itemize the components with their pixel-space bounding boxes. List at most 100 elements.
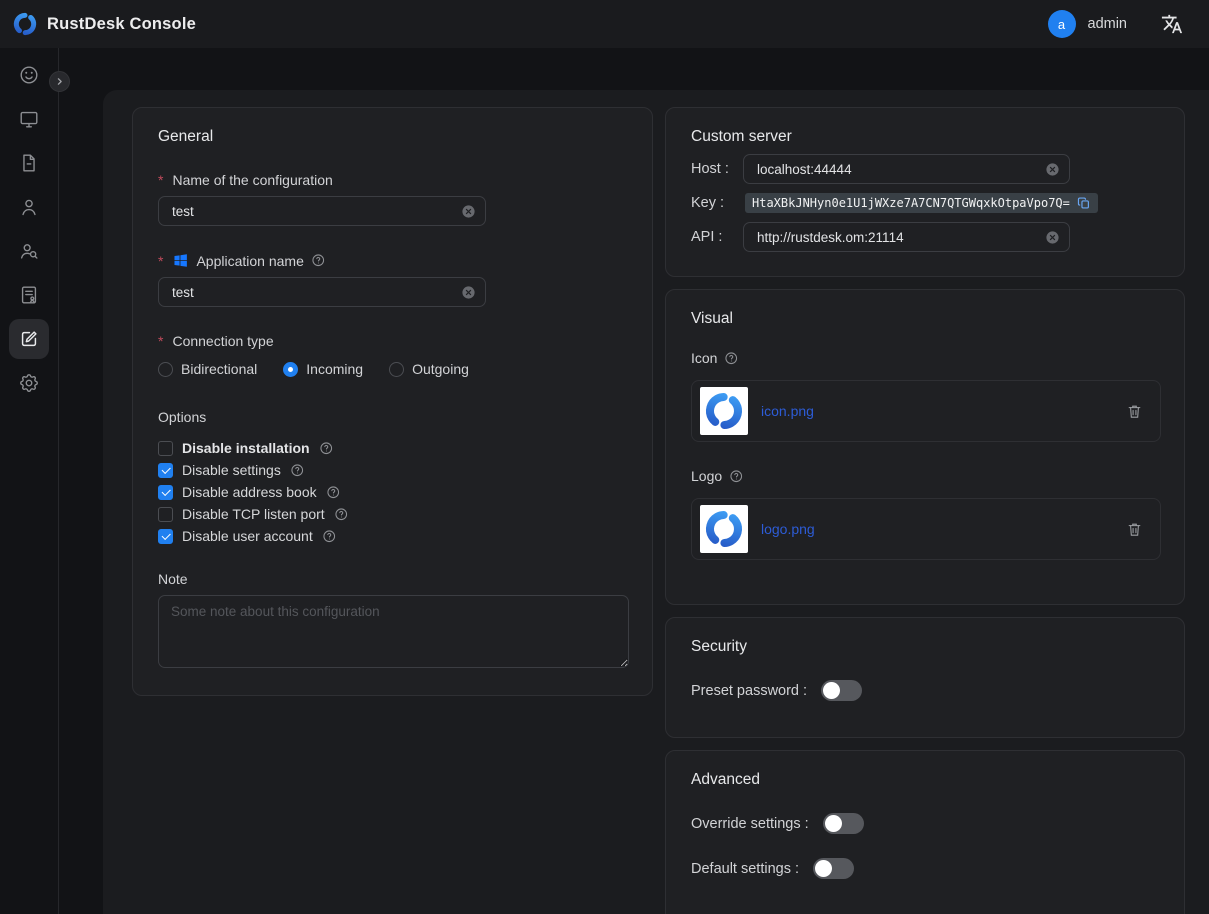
help-icon[interactable] [326, 485, 341, 500]
preset-password-row: Preset password : [691, 680, 1159, 701]
sidebar-item-settings[interactable] [9, 363, 49, 403]
clear-icon[interactable] [461, 285, 476, 300]
preset-password-label: Preset password : [691, 683, 807, 699]
logo-file-link[interactable]: logo.png [761, 521, 815, 537]
logo-label: Logo [691, 468, 1159, 484]
host-input[interactable] [743, 154, 1070, 184]
host-input-field[interactable] [757, 162, 1039, 177]
connection-type-group: Bidirectional Incoming Outgoing [158, 361, 627, 377]
general-card-title: General [158, 128, 627, 146]
sidebar-item-users[interactable] [9, 187, 49, 227]
toggle-knob [825, 815, 842, 832]
user-menu[interactable]: a admin [1048, 10, 1128, 38]
config-name-input[interactable] [158, 196, 486, 226]
option-disable-installation[interactable]: Disable installation [158, 437, 627, 459]
config-name-input-field[interactable] [172, 204, 455, 219]
clear-icon[interactable] [1045, 162, 1060, 177]
app-name-label: * Application name [158, 252, 627, 269]
option-disable-settings[interactable]: Disable settings [158, 459, 627, 481]
help-icon[interactable] [322, 529, 337, 544]
note-label: Note [158, 571, 627, 587]
checkbox[interactable] [158, 529, 173, 544]
clear-icon[interactable] [461, 204, 476, 219]
translate-icon[interactable] [1161, 13, 1183, 35]
key-row: Key : HtaXBkJNHyn0e1U1jWXze7A7CN7QTGWqxk… [691, 193, 1159, 213]
left-column: General * Name of the configuration * Ap… [132, 107, 653, 708]
sidebar-item-audit[interactable] [9, 275, 49, 315]
icon-label: Icon [691, 350, 1159, 366]
windows-icon [172, 252, 189, 269]
api-label: API : [691, 229, 743, 245]
trash-icon[interactable] [1126, 403, 1143, 420]
preset-password-toggle[interactable] [821, 680, 862, 701]
help-icon[interactable] [311, 253, 326, 268]
gear-icon [18, 372, 40, 394]
option-disable-address-book[interactable]: Disable address book [158, 481, 627, 503]
radio-incoming[interactable]: Incoming [283, 361, 363, 377]
logo-thumbnail [700, 505, 748, 553]
radio-button[interactable] [283, 362, 298, 377]
config-name-label: * Name of the configuration [158, 172, 627, 188]
default-settings-toggle[interactable] [813, 858, 854, 879]
icon-file-link[interactable]: icon.png [761, 403, 814, 419]
api-input-field[interactable] [757, 230, 1039, 245]
rustdesk-console-app: RustDesk Console a admin [0, 0, 1209, 914]
note-textarea[interactable] [158, 595, 629, 668]
help-icon[interactable] [729, 469, 744, 484]
custom-server-card: Custom server Host : Key : HtaXBkJNHyn0e… [665, 107, 1185, 277]
sidebar-expand-button[interactable] [49, 71, 70, 92]
clear-icon[interactable] [1045, 230, 1060, 245]
sidebar [0, 48, 59, 914]
help-icon[interactable] [319, 441, 334, 456]
checkbox[interactable] [158, 463, 173, 478]
app-name-input[interactable] [158, 277, 486, 307]
radio-outgoing[interactable]: Outgoing [389, 361, 469, 377]
override-settings-toggle[interactable] [823, 813, 864, 834]
rustdesk-logo-icon [703, 390, 745, 432]
help-icon[interactable] [334, 507, 349, 522]
avatar[interactable]: a [1048, 10, 1076, 38]
option-disable-tcp-listen-port[interactable]: Disable TCP listen port [158, 503, 627, 525]
help-icon[interactable] [724, 351, 739, 366]
api-input[interactable] [743, 222, 1070, 252]
checkbox[interactable] [158, 441, 173, 456]
default-settings-label: Default settings : [691, 861, 799, 877]
sidebar-item-dashboard[interactable] [9, 55, 49, 95]
app-name-input-field[interactable] [172, 285, 455, 300]
rustdesk-logo-icon [703, 508, 745, 550]
radio-bidirectional[interactable]: Bidirectional [158, 361, 257, 377]
server-key-value: HtaXBkJNHyn0e1U1jWXze7A7CN7QTGWqxkOtpaVp… [745, 193, 1098, 213]
chevron-right-icon [53, 75, 66, 88]
help-icon[interactable] [290, 463, 305, 478]
host-label: Host : [691, 161, 743, 177]
required-asterisk: * [158, 333, 163, 349]
monitor-icon [18, 108, 40, 130]
brand: RustDesk Console [12, 11, 196, 37]
sidebar-item-devices[interactable] [9, 99, 49, 139]
sidebar-item-groups[interactable] [9, 231, 49, 271]
document-icon [18, 152, 40, 174]
radio-button[interactable] [389, 362, 404, 377]
app-header: RustDesk Console a admin [0, 0, 1209, 48]
copy-icon[interactable] [1077, 196, 1091, 210]
audit-log-icon [18, 284, 40, 306]
option-disable-user-account[interactable]: Disable user account [158, 525, 627, 547]
sidebar-item-logs[interactable] [9, 143, 49, 183]
checkbox[interactable] [158, 507, 173, 522]
app-title: RustDesk Console [47, 15, 196, 34]
api-row: API : [691, 222, 1159, 252]
advanced-card: Advanced Override settings : Default set… [665, 750, 1185, 914]
edit-icon [18, 328, 40, 350]
required-asterisk: * [158, 253, 163, 269]
sidebar-item-custom-clients[interactable] [9, 319, 49, 359]
advanced-card-title: Advanced [691, 771, 1159, 789]
radio-button[interactable] [158, 362, 173, 377]
general-card: General * Name of the configuration * Ap… [132, 107, 653, 696]
required-asterisk: * [158, 172, 163, 188]
right-column: Custom server Host : Key : HtaXBkJNHyn0e… [665, 107, 1185, 914]
options-group: Disable installation Disable settings Di… [158, 437, 627, 547]
checkbox[interactable] [158, 485, 173, 500]
trash-icon[interactable] [1126, 521, 1143, 538]
custom-server-card-title: Custom server [691, 128, 1159, 146]
toggle-knob [815, 860, 832, 877]
